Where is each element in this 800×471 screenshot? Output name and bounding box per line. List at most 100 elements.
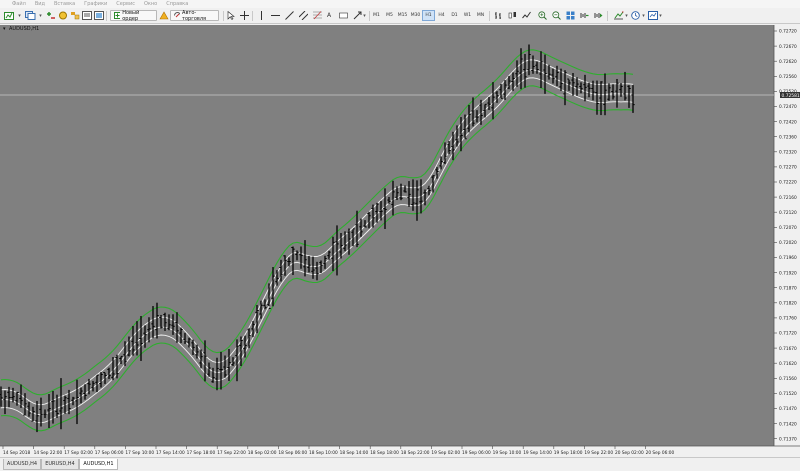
toolbar-separator <box>106 11 107 21</box>
chart-tabs-bar: AUDUSD,H4 EURUSD,H4 AUDUSD,H1 <box>0 457 800 471</box>
data-window-icon <box>58 11 67 20</box>
timeframe-m30-button[interactable]: M30 <box>409 10 422 21</box>
timeframe-d1-button[interactable]: D1 <box>448 10 461 21</box>
tab-eurusd-h4[interactable]: EURUSD,H4 <box>41 459 79 470</box>
price-tick-label: 0.71520 <box>779 391 797 397</box>
time-tick-label: 19 Sep 02:00 <box>431 450 460 456</box>
menu-window[interactable]: Окно <box>144 1 157 7</box>
new-chart-dropdown-icon[interactable]: ▾ <box>17 10 22 21</box>
tab-audusd-h1[interactable]: AUDUSD,H1 <box>79 459 118 470</box>
price-tick-label: 0.71960 <box>779 255 797 261</box>
price-tick-label: 0.71820 <box>779 301 797 307</box>
price-tick-label: 0.72360 <box>779 134 797 140</box>
toolbar: ▾ ▾ Новый ордер Авто-торговля A ▾ M1 M5 … <box>0 8 800 24</box>
zoom-out-button[interactable] <box>551 10 561 21</box>
line-chart-button[interactable] <box>521 10 531 21</box>
channel-icon <box>298 11 308 20</box>
profiles-dropdown-icon[interactable]: ▾ <box>38 10 43 21</box>
terminal-button[interactable] <box>81 10 92 21</box>
price-tick-label: 0.71420 <box>779 421 797 427</box>
price-tick-label: 0.72320 <box>779 150 797 156</box>
horizontal-line-button[interactable] <box>270 10 280 21</box>
fibonacci-button[interactable] <box>312 10 322 21</box>
bar-chart-button[interactable] <box>493 10 503 21</box>
terminal-icon <box>81 11 92 20</box>
price-tick-label: 0.71620 <box>779 361 797 367</box>
trendline-icon <box>284 11 294 20</box>
chart-shift-button[interactable] <box>579 10 589 21</box>
zoom-in-button[interactable] <box>537 10 547 21</box>
auto-trading-button[interactable]: Авто-торговля <box>170 10 219 22</box>
time-tick-label: 17 Sep 02:00 <box>64 450 93 456</box>
price-tick-label: 0.72720 <box>779 29 797 35</box>
vertical-line-button[interactable] <box>256 10 266 21</box>
templates-icon <box>647 11 658 20</box>
cursor-tool-button[interactable] <box>226 10 236 21</box>
tab-audusd-h4[interactable]: AUDUSD,H4 <box>3 459 41 470</box>
menu-charts[interactable]: Графики <box>84 1 107 7</box>
timeframe-m15-button[interactable]: M15 <box>396 10 409 21</box>
text-tool-button[interactable]: A <box>324 10 334 21</box>
trendline-button[interactable] <box>284 10 294 21</box>
data-window-button[interactable] <box>57 10 68 21</box>
tester-button[interactable] <box>93 10 104 21</box>
new-order-button[interactable]: Новый ордер <box>110 10 157 22</box>
autoscroll-button[interactable] <box>593 10 603 21</box>
timeframe-mn-button[interactable]: MN <box>474 10 487 21</box>
current-price-tag: 0.72581 <box>780 92 800 99</box>
crosshair-icon <box>239 11 249 20</box>
timeframe-m5-button[interactable]: M5 <box>383 10 396 21</box>
time-tick-label: 18 Sep 14:00 <box>340 450 369 456</box>
navigator-icon <box>70 12 79 20</box>
bar-chart-icon <box>494 12 501 19</box>
zoom-out-icon <box>551 11 561 20</box>
menu-tools[interactable]: Сервис <box>116 1 135 7</box>
candlestick-button[interactable] <box>507 10 517 21</box>
arrows-dropdown-icon[interactable]: ▾ <box>362 10 367 21</box>
new-chart-button[interactable] <box>3 10 16 21</box>
indicators-button[interactable] <box>612 10 624 21</box>
toolbar-separator <box>223 11 224 21</box>
menu-file[interactable]: Файл <box>12 1 26 7</box>
price-tick-label: 0.72120 <box>779 210 797 216</box>
arrows-button[interactable] <box>352 10 362 21</box>
price-tick-label: 0.71560 <box>779 376 797 382</box>
time-tick-label: 17 Sep 14:00 <box>156 450 185 456</box>
price-tick-label: 0.71920 <box>779 270 797 276</box>
price-tick-label: 0.72620 <box>779 59 797 65</box>
timeframe-w1-button[interactable]: W1 <box>461 10 474 21</box>
time-tick-label: 19 Sep 18:00 <box>554 450 583 456</box>
new-chart-icon <box>4 12 14 20</box>
indicators-dropdown-icon[interactable]: ▾ <box>624 10 629 21</box>
text-label-icon <box>338 12 348 19</box>
equidistant-channel-button[interactable] <box>298 10 308 21</box>
time-tick-label: 18 Sep 02:00 <box>248 450 277 456</box>
profiles-icon <box>25 11 36 20</box>
chart-svg[interactable]: 0.727200.726700.726200.725600.725200.724… <box>0 24 800 457</box>
vertical-line-icon <box>260 11 262 20</box>
menu-view[interactable]: Вид <box>35 1 45 7</box>
time-tick-label: 18 Sep 18:00 <box>370 450 399 456</box>
text-label-button[interactable] <box>338 10 348 21</box>
periods-dropdown-icon[interactable]: ▾ <box>641 10 646 21</box>
templates-dropdown-icon[interactable]: ▾ <box>658 10 663 21</box>
zoom-in-icon <box>537 11 547 20</box>
menu-insert[interactable]: Вставка <box>54 1 75 7</box>
timeframe-m1-button[interactable]: M1 <box>370 10 383 21</box>
toolbar-separator <box>607 11 608 21</box>
tile-windows-button[interactable] <box>565 10 575 21</box>
crosshair-tool-button[interactable] <box>239 10 249 21</box>
navigator-button[interactable] <box>69 10 80 21</box>
profiles-button[interactable] <box>24 10 37 21</box>
timeframe-h1-button[interactable]: H1 <box>422 10 435 21</box>
time-tick-label: 17 Sep 18:00 <box>187 450 216 456</box>
periods-button[interactable] <box>630 10 641 21</box>
timeframe-h4-button[interactable]: H4 <box>435 10 448 21</box>
toolbar-separator <box>489 11 490 21</box>
clock-icon <box>631 11 640 20</box>
menu-help[interactable]: Справка <box>166 1 188 7</box>
templates-button[interactable] <box>647 10 658 21</box>
price-tick-label: 0.71370 <box>779 436 797 442</box>
market-watch-button[interactable] <box>45 10 56 21</box>
expert-settings-button[interactable] <box>158 10 169 21</box>
